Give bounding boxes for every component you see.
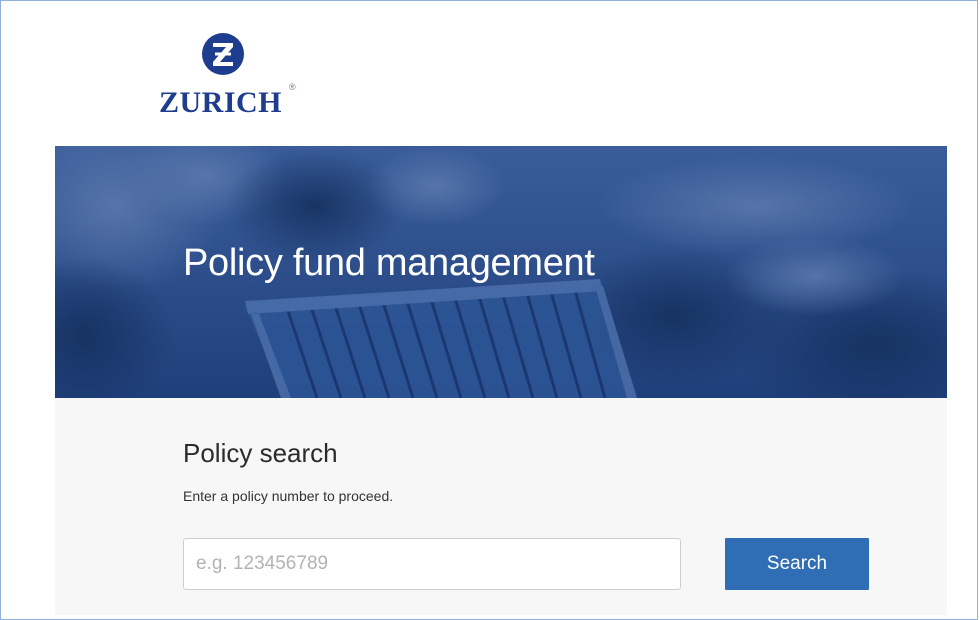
hero-title: Policy fund management	[183, 242, 595, 284]
search-button[interactable]: Search	[725, 538, 869, 590]
page-frame: ZURICH ® Policy fund management Policy s…	[0, 0, 978, 620]
zurich-logo[interactable]: ZURICH ®	[159, 28, 299, 120]
policy-search-instruction: Enter a policy number to proceed.	[183, 488, 394, 504]
registered-mark: ®	[289, 82, 296, 92]
brand-name: ZURICH	[159, 86, 283, 119]
hero-banner: Policy fund management	[55, 146, 947, 398]
policy-search-panel: Policy search Enter a policy number to p…	[55, 398, 947, 615]
policy-number-input[interactable]	[183, 538, 681, 590]
zurich-z-logo-icon	[202, 33, 244, 75]
policy-search-title: Policy search	[183, 438, 338, 468]
